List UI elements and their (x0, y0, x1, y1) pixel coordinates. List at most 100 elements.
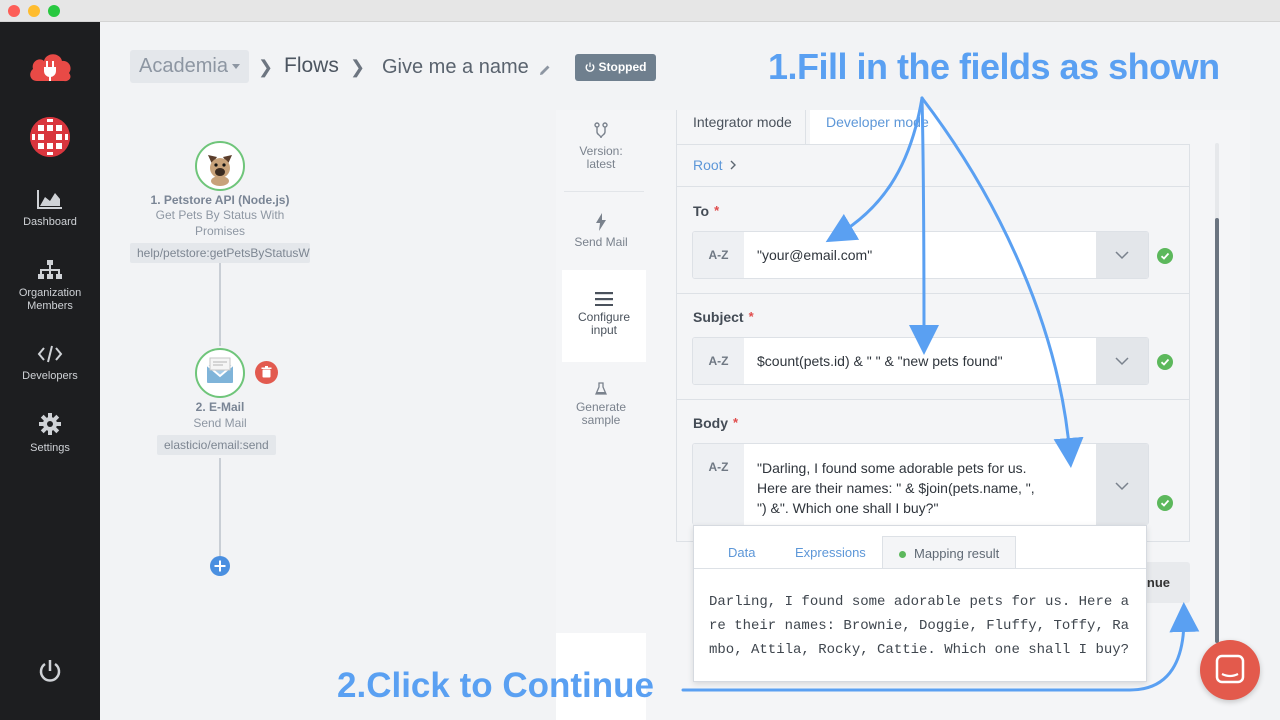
envelope-icon (206, 357, 234, 383)
flow-node-subtitle: Send Mail (193, 416, 247, 430)
minimize-window-button[interactable] (28, 5, 40, 17)
check-icon (1157, 248, 1173, 264)
chevron-down-icon (1115, 251, 1129, 260)
flow-node-petstore[interactable] (195, 141, 245, 191)
mapping-result-text: Darling, I found some adorable pets for … (709, 594, 1130, 658)
sidebar-item-label: Dashboard (23, 216, 77, 228)
popup-tab-mapping-result[interactable]: Mapping result (882, 536, 1017, 569)
check-icon (1157, 354, 1173, 370)
delete-step-button[interactable] (255, 361, 278, 384)
step-nav: Version: latest Send Mail Configure inpu… (556, 110, 646, 633)
status-label: Stopped (598, 60, 647, 74)
branch-icon (594, 122, 608, 139)
subject-value[interactable]: $count(pets.id) & " " & "new pets found" (757, 353, 1003, 369)
step-send-mail[interactable]: Send Mail (556, 213, 646, 273)
flow-name[interactable]: Give me a name (382, 56, 529, 79)
annotation-step2: 2.Click to Continue (337, 666, 654, 705)
power-icon[interactable] (38, 659, 62, 683)
flow-connector (219, 458, 221, 556)
breadcrumb-flows[interactable]: Flows (284, 54, 339, 78)
field-label-body: Body * (693, 415, 738, 431)
chevron-down-icon (1115, 357, 1129, 366)
to-dropdown-toggle[interactable] (1096, 232, 1148, 278)
menu-icon (595, 292, 613, 306)
flow-node-subtitle: Get Pets By Status With Promises (155, 208, 285, 238)
popup-tab-expressions[interactable]: Expressions (795, 536, 866, 569)
flask-icon (595, 382, 607, 395)
field-type-badge: A-Z (693, 338, 744, 384)
chat-button[interactable] (1200, 640, 1260, 700)
chart-area-icon (37, 190, 62, 209)
body-dropdown-toggle[interactable] (1096, 444, 1148, 525)
scrollbar-thumb[interactable] (1215, 218, 1219, 643)
check-icon (1157, 495, 1173, 511)
required-marker: * (714, 203, 720, 218)
field-label-to: To * (693, 203, 719, 219)
body-field[interactable]: A-Z "Darling, I found some adorable pets… (692, 443, 1149, 525)
sidebar-item-organization-members[interactable]: Organization Members (0, 259, 100, 313)
cloud-plug-logo-icon[interactable] (27, 47, 73, 87)
breadcrumb-root[interactable]: Root (693, 157, 737, 173)
tab-integrator-mode[interactable]: Integrator mode (676, 110, 806, 145)
lightning-icon (596, 213, 606, 231)
status-badge[interactable]: Stopped (575, 54, 656, 81)
close-window-button[interactable] (8, 5, 20, 17)
step-version[interactable]: Version: latest (556, 120, 646, 190)
sidebar: Dashboard Organization Members Developer… (0, 22, 100, 720)
chevron-right-icon: ❯ (350, 57, 366, 77)
step-configure-input[interactable]: Configure input (556, 270, 646, 362)
field-label-text: To (693, 203, 710, 219)
form-divider (677, 293, 1189, 294)
flow-node-title: 1. Petstore API (Node.js) (150, 193, 290, 207)
mapping-popup: Data Expressions Mapping result Darling,… (693, 525, 1147, 682)
sidebar-item-dashboard[interactable]: Dashboard (0, 188, 100, 229)
breadcrumb-org-label: Academia (139, 55, 228, 77)
gear-icon (39, 413, 61, 435)
dog-icon (198, 144, 242, 188)
caret-down-icon (231, 64, 240, 70)
to-field[interactable]: A-Z "your@email.com" (692, 231, 1149, 279)
step-label: Version: latest (579, 144, 623, 171)
subject-field[interactable]: A-Z $count(pets.id) & " " & "new pets fo… (692, 337, 1149, 385)
flow-node-email[interactable] (195, 348, 245, 398)
sidebar-item-label: Developers (22, 370, 78, 382)
step-generate-sample[interactable]: Generate sample (556, 382, 646, 442)
flow-node-title: 2. E-Mail (195, 400, 245, 414)
plus-icon (214, 560, 226, 572)
sidebar-item-label: Organization Members (18, 287, 82, 312)
zoom-window-button[interactable] (48, 5, 60, 17)
chevron-right-icon (730, 160, 737, 170)
window-titlebar (0, 0, 1280, 22)
tab-developer-mode[interactable]: Developer mode (810, 110, 940, 145)
annotation-step1: 1.Fill in the fields as shown (768, 46, 1220, 87)
form-divider (677, 399, 1189, 400)
sidebar-item-developers[interactable]: Developers (0, 344, 100, 383)
popup-divider (694, 568, 1146, 569)
flow-node-tag: elasticio/email:send (157, 435, 276, 455)
pencil-icon[interactable] (539, 64, 551, 76)
root-label: Root (693, 157, 723, 173)
sidebar-item-label: Settings (30, 442, 70, 454)
add-step-button[interactable] (210, 556, 230, 576)
body-value[interactable]: "Darling, I found some adorable pets for… (757, 458, 1047, 518)
step-label: Send Mail (574, 235, 628, 249)
trash-icon (261, 366, 272, 378)
flow-connector (219, 262, 221, 346)
subject-dropdown-toggle[interactable] (1096, 338, 1148, 384)
field-label-subject: Subject * (693, 309, 754, 325)
org-avatar[interactable] (30, 117, 70, 157)
chat-icon (1215, 654, 1245, 684)
field-label-text: Body (693, 415, 728, 431)
step-label: Configure input (577, 310, 631, 337)
field-type-badge: A-Z (693, 444, 744, 525)
sidebar-item-settings[interactable]: Settings (0, 412, 100, 455)
step-label: Generate sample (575, 400, 627, 427)
panel-scrollbar[interactable] (1215, 143, 1219, 643)
chevron-right-icon: ❯ (258, 57, 274, 77)
breadcrumb-org-dropdown[interactable]: Academia (130, 50, 249, 83)
field-label-text: Subject (693, 309, 744, 325)
status-dot-icon (899, 551, 906, 559)
to-value[interactable]: "your@email.com" (757, 247, 872, 263)
code-icon (37, 345, 63, 363)
popup-tab-data[interactable]: Data (728, 536, 755, 569)
